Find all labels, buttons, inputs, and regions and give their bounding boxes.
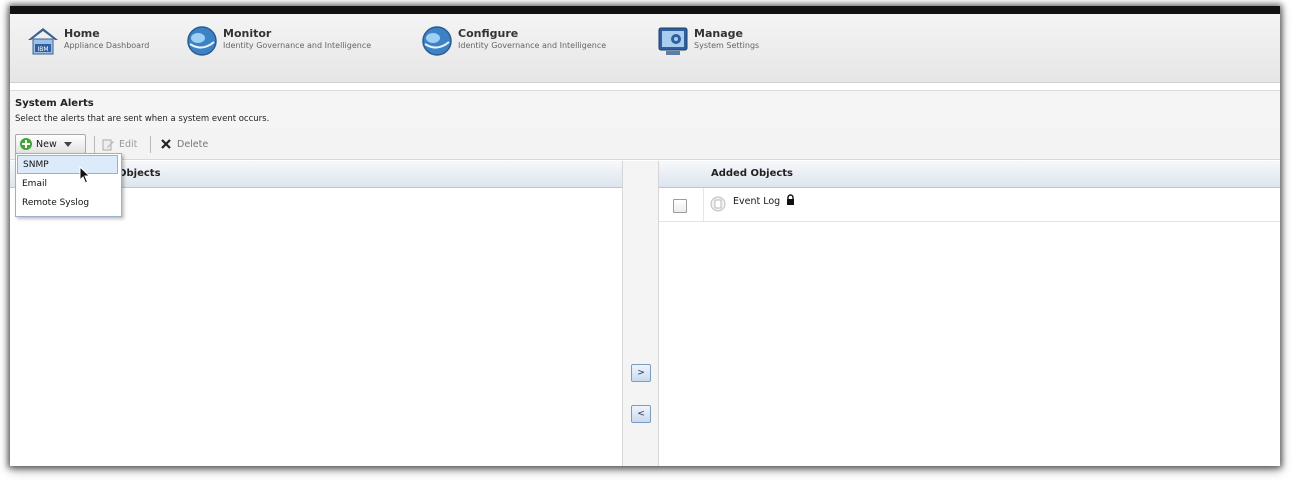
nav-manage-subtitle: System Settings — [694, 41, 760, 50]
nav-monitor-subtitle: Identity Governance and Intelligence — [223, 41, 372, 50]
cell-divider — [703, 188, 704, 221]
page-title: System Alerts — [15, 98, 94, 109]
available-objects-header-label: Objects — [118, 168, 161, 179]
toolbar-divider — [94, 136, 95, 153]
add-to-selection-button[interactable]: > — [631, 364, 651, 382]
menu-item-email[interactable]: Email — [17, 175, 118, 194]
home-icon: IBM — [28, 28, 58, 55]
nav-item-monitor[interactable]: Monitor Identity Governance and Intellig… — [185, 24, 371, 60]
added-objects-header-label: Added Objects — [711, 168, 794, 179]
page-description: Select the alerts that are sent when a s… — [15, 114, 270, 124]
remove-from-selection-button[interactable]: < — [631, 405, 651, 423]
nav-configure-subtitle: Identity Governance and Intelligence — [458, 41, 607, 50]
delete-icon — [161, 139, 171, 149]
table-row[interactable]: Event Log — [659, 188, 1280, 222]
globe-icon — [422, 26, 452, 56]
edit-icon — [102, 139, 114, 150]
nav-item-configure[interactable]: Configure Identity Governance and Intell… — [420, 24, 606, 60]
lock-icon — [787, 194, 794, 205]
menu-item-remote-syslog[interactable]: Remote Syslog — [17, 194, 118, 213]
chevron-down-icon — [63, 142, 72, 147]
nav-monitor-title: Monitor — [223, 27, 272, 40]
nav-configure-title: Configure — [458, 27, 519, 40]
delete-button-label: Delete — [177, 138, 209, 150]
add-icon — [20, 138, 32, 150]
delete-button[interactable]: Delete — [160, 134, 208, 154]
toolbar-divider — [150, 136, 151, 153]
nav-manage-title: Manage — [694, 27, 743, 40]
remove-arrow-label: < — [637, 409, 645, 419]
edit-button-label: Edit — [119, 138, 138, 150]
menu-item-snmp[interactable]: SNMP — [17, 155, 118, 174]
svg-text:IBM: IBM — [37, 46, 48, 53]
row-label: Event Log — [733, 196, 781, 207]
toolbar: New Edit Delete — [10, 129, 1280, 160]
row-checkbox[interactable] — [673, 199, 687, 213]
new-dropdown-menu: SNMP Email Remote Syslog — [15, 153, 122, 217]
main-nav: IBM Home Appliance Dashboard Monitor Ide… — [10, 14, 1280, 83]
added-objects-panel: Added Objects Event Log — [659, 161, 1280, 466]
added-objects-header: Added Objects — [659, 161, 1280, 188]
new-button[interactable]: New — [15, 134, 86, 154]
add-arrow-label: > — [637, 368, 645, 378]
nav-home-subtitle: Appliance Dashboard — [64, 41, 150, 50]
mouse-cursor-icon — [79, 166, 91, 184]
log-icon — [710, 196, 726, 212]
transfer-panel: > < — [623, 161, 659, 466]
top-bar — [10, 6, 1280, 14]
nav-home-title: Home — [64, 27, 100, 40]
settings-icon — [658, 27, 688, 55]
app-window: IBM Home Appliance Dashboard Monitor Ide… — [10, 6, 1280, 466]
edit-button[interactable]: Edit — [102, 134, 137, 154]
section-header: System Alerts Select the alerts that are… — [10, 90, 1280, 130]
globe-icon — [187, 26, 217, 56]
new-button-label: New — [36, 138, 57, 150]
nav-item-manage[interactable]: Manage System Settings — [656, 24, 759, 60]
nav-item-home[interactable]: IBM Home Appliance Dashboard — [26, 24, 149, 60]
